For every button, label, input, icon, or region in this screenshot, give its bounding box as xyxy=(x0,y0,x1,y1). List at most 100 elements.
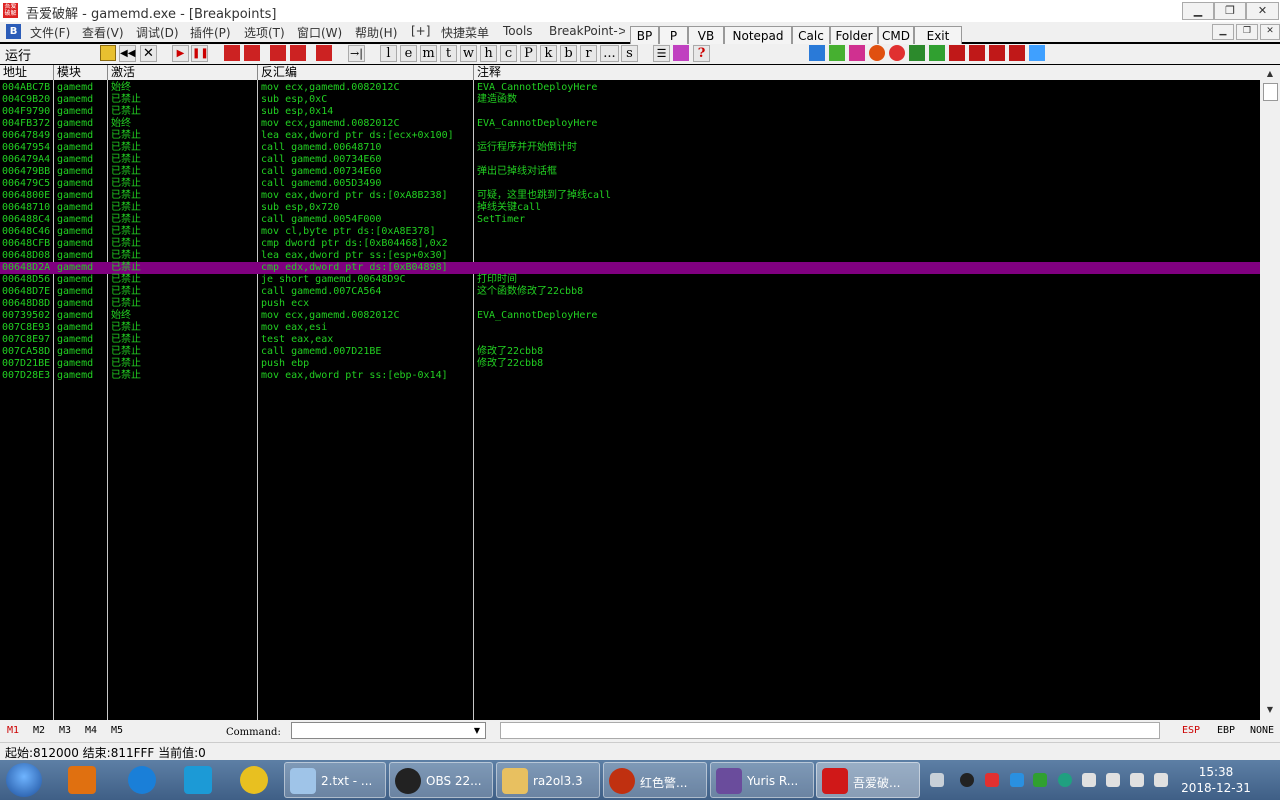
speaker-icon[interactable] xyxy=(1154,773,1168,787)
breakpoint-row[interactable]: 004C9B20 gamemd 已禁止 sub esp,0xC 建造函数 xyxy=(0,94,1260,106)
breakpoint-row[interactable]: 006479A4 gamemd 已禁止 call gamemd.00734E60 xyxy=(0,154,1260,166)
run-icon[interactable]: ▶ xyxy=(172,45,189,62)
breakpoints-list[interactable]: 004ABC7B gamemd 始终 mov ecx,gamemd.0082012C E… xyxy=(0,80,1260,720)
toolbar-cpu-button[interactable]: c xyxy=(500,45,517,62)
breakpoint-row[interactable]: 00647954 gamemd 已禁止 call gamemd.00648710 运行程… xyxy=(0,142,1260,154)
toolbar-source-button[interactable]: s xyxy=(621,45,638,62)
chrome-icon[interactable] xyxy=(240,766,268,794)
task-redalert[interactable]: 红色警... xyxy=(603,762,707,798)
plugin-icon-3[interactable] xyxy=(849,45,865,61)
toolbar-runtrace-button[interactable]: ... xyxy=(600,45,619,62)
scroll-down-icon[interactable]: ▼ xyxy=(1262,703,1278,717)
breakpoint-row[interactable]: 006479BB gamemd 已禁止 call gamemd.00734E60 弹出已… xyxy=(0,166,1260,178)
menu-view[interactable]: 查看(V) xyxy=(82,24,124,41)
breakpoint-row[interactable]: 00648C46 gamemd 已禁止 mov cl,byte ptr ds:[0xA… xyxy=(0,226,1260,238)
mark-m2[interactable]: M2 xyxy=(33,725,45,736)
breakpoint-row[interactable]: 00647849 gamemd 已禁止 lea eax,dword ptr ds:[e… xyxy=(0,130,1260,142)
plugin-icon-7[interactable] xyxy=(929,45,945,61)
column-active[interactable]: 激活 xyxy=(108,65,258,80)
inner-close-button[interactable]: ✕ xyxy=(1260,24,1280,40)
task-yuris[interactable]: Yuris R... xyxy=(710,762,814,798)
toolbar-callstack-button[interactable]: k xyxy=(540,45,557,62)
breakpoint-row[interactable]: 006479C5 gamemd 已禁止 call gamemd.005D3490 xyxy=(0,178,1260,190)
mark-m5[interactable]: M5 xyxy=(111,725,123,736)
column-disassembly[interactable]: 反汇编 xyxy=(258,65,474,80)
trace-over-icon[interactable] xyxy=(290,45,306,61)
breakpoint-row[interactable]: 00648710 gamemd 已禁止 sub esp,0x720 掉线关键call xyxy=(0,202,1260,214)
plugin-icon-2[interactable] xyxy=(829,45,845,61)
menu-breakpoint[interactable]: BreakPoint-> xyxy=(549,24,625,38)
plugin-bp-button[interactable]: BP xyxy=(630,26,659,46)
register-ebp[interactable]: EBP xyxy=(1217,725,1235,736)
toolbar-breakpoints-button[interactable]: b xyxy=(560,45,577,62)
chevron-down-icon[interactable]: ▼ xyxy=(470,724,484,737)
media-player-icon[interactable] xyxy=(68,766,96,794)
menu-help[interactable]: 帮助(H) xyxy=(355,24,397,41)
menu-tools[interactable]: Tools xyxy=(503,24,533,38)
plugin-p-button[interactable]: P xyxy=(659,26,688,46)
step-over-icon[interactable] xyxy=(244,45,260,61)
execute-till-return-icon[interactable] xyxy=(316,45,332,61)
menu-file[interactable]: 文件(F) xyxy=(30,24,70,41)
ie-icon[interactable] xyxy=(128,766,156,794)
column-module[interactable]: 模块 xyxy=(54,65,108,80)
jie-icon[interactable] xyxy=(1009,45,1025,61)
menu-plugins[interactable]: 插件(P) xyxy=(190,24,231,41)
vs-icon[interactable] xyxy=(1033,773,1047,787)
toolbar-references-button[interactable]: r xyxy=(580,45,597,62)
menu-plus[interactable]: [+] xyxy=(411,24,430,38)
task-52pojie[interactable]: 吾爱破... xyxy=(816,762,920,798)
inner-restore-button[interactable]: ❐ xyxy=(1236,24,1258,40)
breakpoint-row[interactable]: 0064800E gamemd 已禁止 mov eax,dword ptr ds:[0… xyxy=(0,190,1260,202)
task-notepad[interactable]: 2.txt - ... xyxy=(284,762,386,798)
menu-options[interactable]: 选项(T) xyxy=(244,24,285,41)
breakpoint-row[interactable]: 00648D08 gamemd 已禁止 lea eax,dword ptr ss:[e… xyxy=(0,250,1260,262)
breakpoint-row[interactable]: 004ABC7B gamemd 始终 mov ecx,gamemd.0082012C E… xyxy=(0,82,1260,94)
breakpoint-row[interactable]: 007C8E93 gamemd 已禁止 mov eax,esi xyxy=(0,322,1260,334)
goto-icon[interactable]: →| xyxy=(348,45,365,62)
volume-icon[interactable] xyxy=(1106,773,1120,787)
register-none[interactable]: NONE xyxy=(1250,725,1274,736)
step-into-icon[interactable] xyxy=(224,45,240,61)
target-icon[interactable] xyxy=(889,45,905,61)
plugin-icon-4[interactable] xyxy=(869,45,885,61)
open-folder-icon[interactable] xyxy=(100,45,116,61)
rewind-icon[interactable]: ◀◀ xyxy=(119,45,136,62)
restore-button[interactable]: ❐ xyxy=(1214,2,1246,20)
vertical-scrollbar[interactable]: ▲ ▼ xyxy=(1260,65,1280,720)
help-icon[interactable]: ? xyxy=(693,45,710,62)
scroll-up-icon[interactable]: ▲ xyxy=(1262,67,1278,81)
plugin-folder-button[interactable]: Folder xyxy=(830,26,878,46)
device-icon[interactable] xyxy=(1082,773,1096,787)
ai-icon[interactable] xyxy=(969,45,985,61)
menu-window[interactable]: 窗口(W) xyxy=(297,24,342,41)
toolbar-log-button[interactable]: l xyxy=(380,45,397,62)
plugin-exit-button[interactable]: Exit xyxy=(914,26,962,46)
breakpoint-row[interactable]: 007D21BE gamemd 已禁止 push ebp 修改了22cbb8 xyxy=(0,358,1260,370)
breakpoint-row[interactable]: 007D28E3 gamemd 已禁止 mov eax,dword ptr ss:[e… xyxy=(0,370,1260,382)
star-icon[interactable] xyxy=(1010,773,1024,787)
mark-m1[interactable]: M1 xyxy=(7,725,19,736)
breakpoint-row[interactable]: 007CA58D gamemd 已禁止 call gamemd.007D21BE 修改了… xyxy=(0,346,1260,358)
breakpoint-row[interactable]: 00648D56 gamemd 已禁止 je short gamemd.00648D9… xyxy=(0,274,1260,286)
menu-debug[interactable]: 调试(D) xyxy=(136,24,179,41)
breakpoint-row[interactable]: 004FB372 gamemd 始终 mov ecx,gamemd.0082012C E… xyxy=(0,118,1260,130)
breakpoint-row[interactable]: 00648CFB gamemd 已禁止 cmp dword ptr ds:[0xB04… xyxy=(0,238,1260,250)
breakpoint-row[interactable]: 004F9790 gamemd 已禁止 sub esp,0x14 xyxy=(0,106,1260,118)
toolbar-threads-button[interactable]: t xyxy=(440,45,457,62)
close-button[interactable]: ✕ xyxy=(1246,2,1279,20)
plugin-cmd-button[interactable]: CMD xyxy=(878,26,914,46)
options-icon[interactable] xyxy=(673,45,689,61)
menu-quick[interactable]: 快捷菜单 xyxy=(441,24,489,41)
sogou-icon[interactable] xyxy=(184,766,212,794)
inner-minimize-button[interactable]: ▁ xyxy=(1212,24,1234,40)
mark-m4[interactable]: M4 xyxy=(85,725,97,736)
toolbar-handles-button[interactable]: h xyxy=(480,45,497,62)
toolbar-patches-button[interactable]: P xyxy=(520,45,537,62)
breakpoint-row[interactable]: 00648D7E gamemd 已禁止 call gamemd.007CA564 这个函… xyxy=(0,286,1260,298)
clock[interactable]: 15:38 2018-12-31 xyxy=(1180,764,1252,796)
wu-icon[interactable] xyxy=(949,45,965,61)
refresh-icon[interactable] xyxy=(809,45,825,61)
wechat-icon[interactable] xyxy=(1058,773,1072,787)
mark-m3[interactable]: M3 xyxy=(59,725,71,736)
